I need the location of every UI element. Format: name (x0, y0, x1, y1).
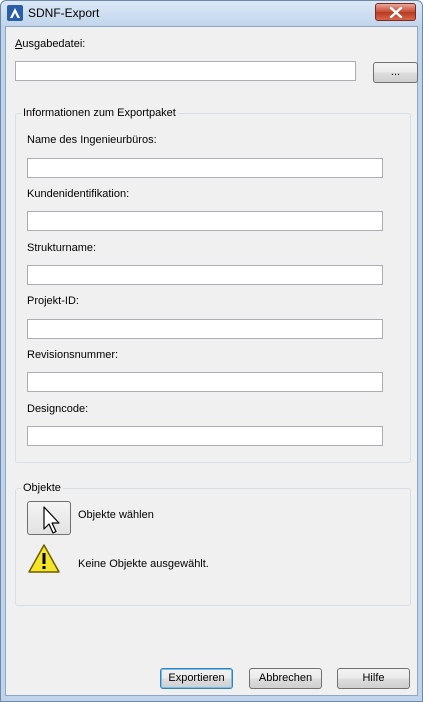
output-file-label-text: usgabedatei: (22, 38, 86, 50)
window-title: SDNF-Export (28, 6, 100, 20)
select-objects-button[interactable] (27, 501, 71, 535)
revision-number-label: Revisionsnummer: (27, 349, 119, 361)
cursor-arrow-icon (43, 506, 60, 534)
engineering-firm-label-text: Name des Ingenieurbüros: (27, 134, 157, 146)
dialog-client-area: Ausgabedatei: ... Informationen zum Expo… (5, 26, 418, 696)
structure-name-input[interactable] (27, 265, 383, 285)
engineering-firm-label: Name des Ingenieurbüros: (27, 134, 157, 146)
close-button[interactable] (375, 3, 416, 21)
structure-name-label: Strukturname: (27, 242, 97, 254)
design-code-label: Designcode: (27, 403, 89, 415)
dialog-window: SDNF-Export Ausgabedatei: ... Informatio… (0, 0, 423, 702)
customer-id-label: Kundenidentifikation: (27, 188, 130, 200)
project-id-input[interactable] (27, 319, 383, 339)
select-objects-label: Objekte wählen (78, 509, 154, 521)
cancel-button[interactable]: Abbrechen (249, 668, 322, 689)
objects-group (15, 488, 411, 606)
output-file-label: Ausgabedatei: (15, 38, 86, 50)
autocad-app-icon (7, 5, 23, 21)
customer-id-input[interactable] (27, 211, 383, 231)
revision-number-input[interactable] (27, 372, 383, 392)
help-button[interactable]: Hilfe (337, 668, 410, 689)
export-package-group-title: Informationen zum Exportpaket (21, 107, 178, 119)
title-bar[interactable]: SDNF-Export (1, 1, 422, 25)
close-icon (389, 7, 403, 18)
design-code-input[interactable] (27, 426, 383, 446)
export-button[interactable]: Exportieren (160, 668, 233, 689)
browse-button[interactable]: ... (373, 62, 418, 83)
output-file-input[interactable] (15, 61, 356, 81)
project-id-label: Projekt-ID: (27, 295, 79, 307)
objects-group-title: Objekte (21, 482, 63, 494)
selection-status-text: Keine Objekte ausgewählt. (78, 558, 209, 570)
engineering-firm-input[interactable] (27, 158, 383, 178)
warning-icon (28, 544, 60, 573)
